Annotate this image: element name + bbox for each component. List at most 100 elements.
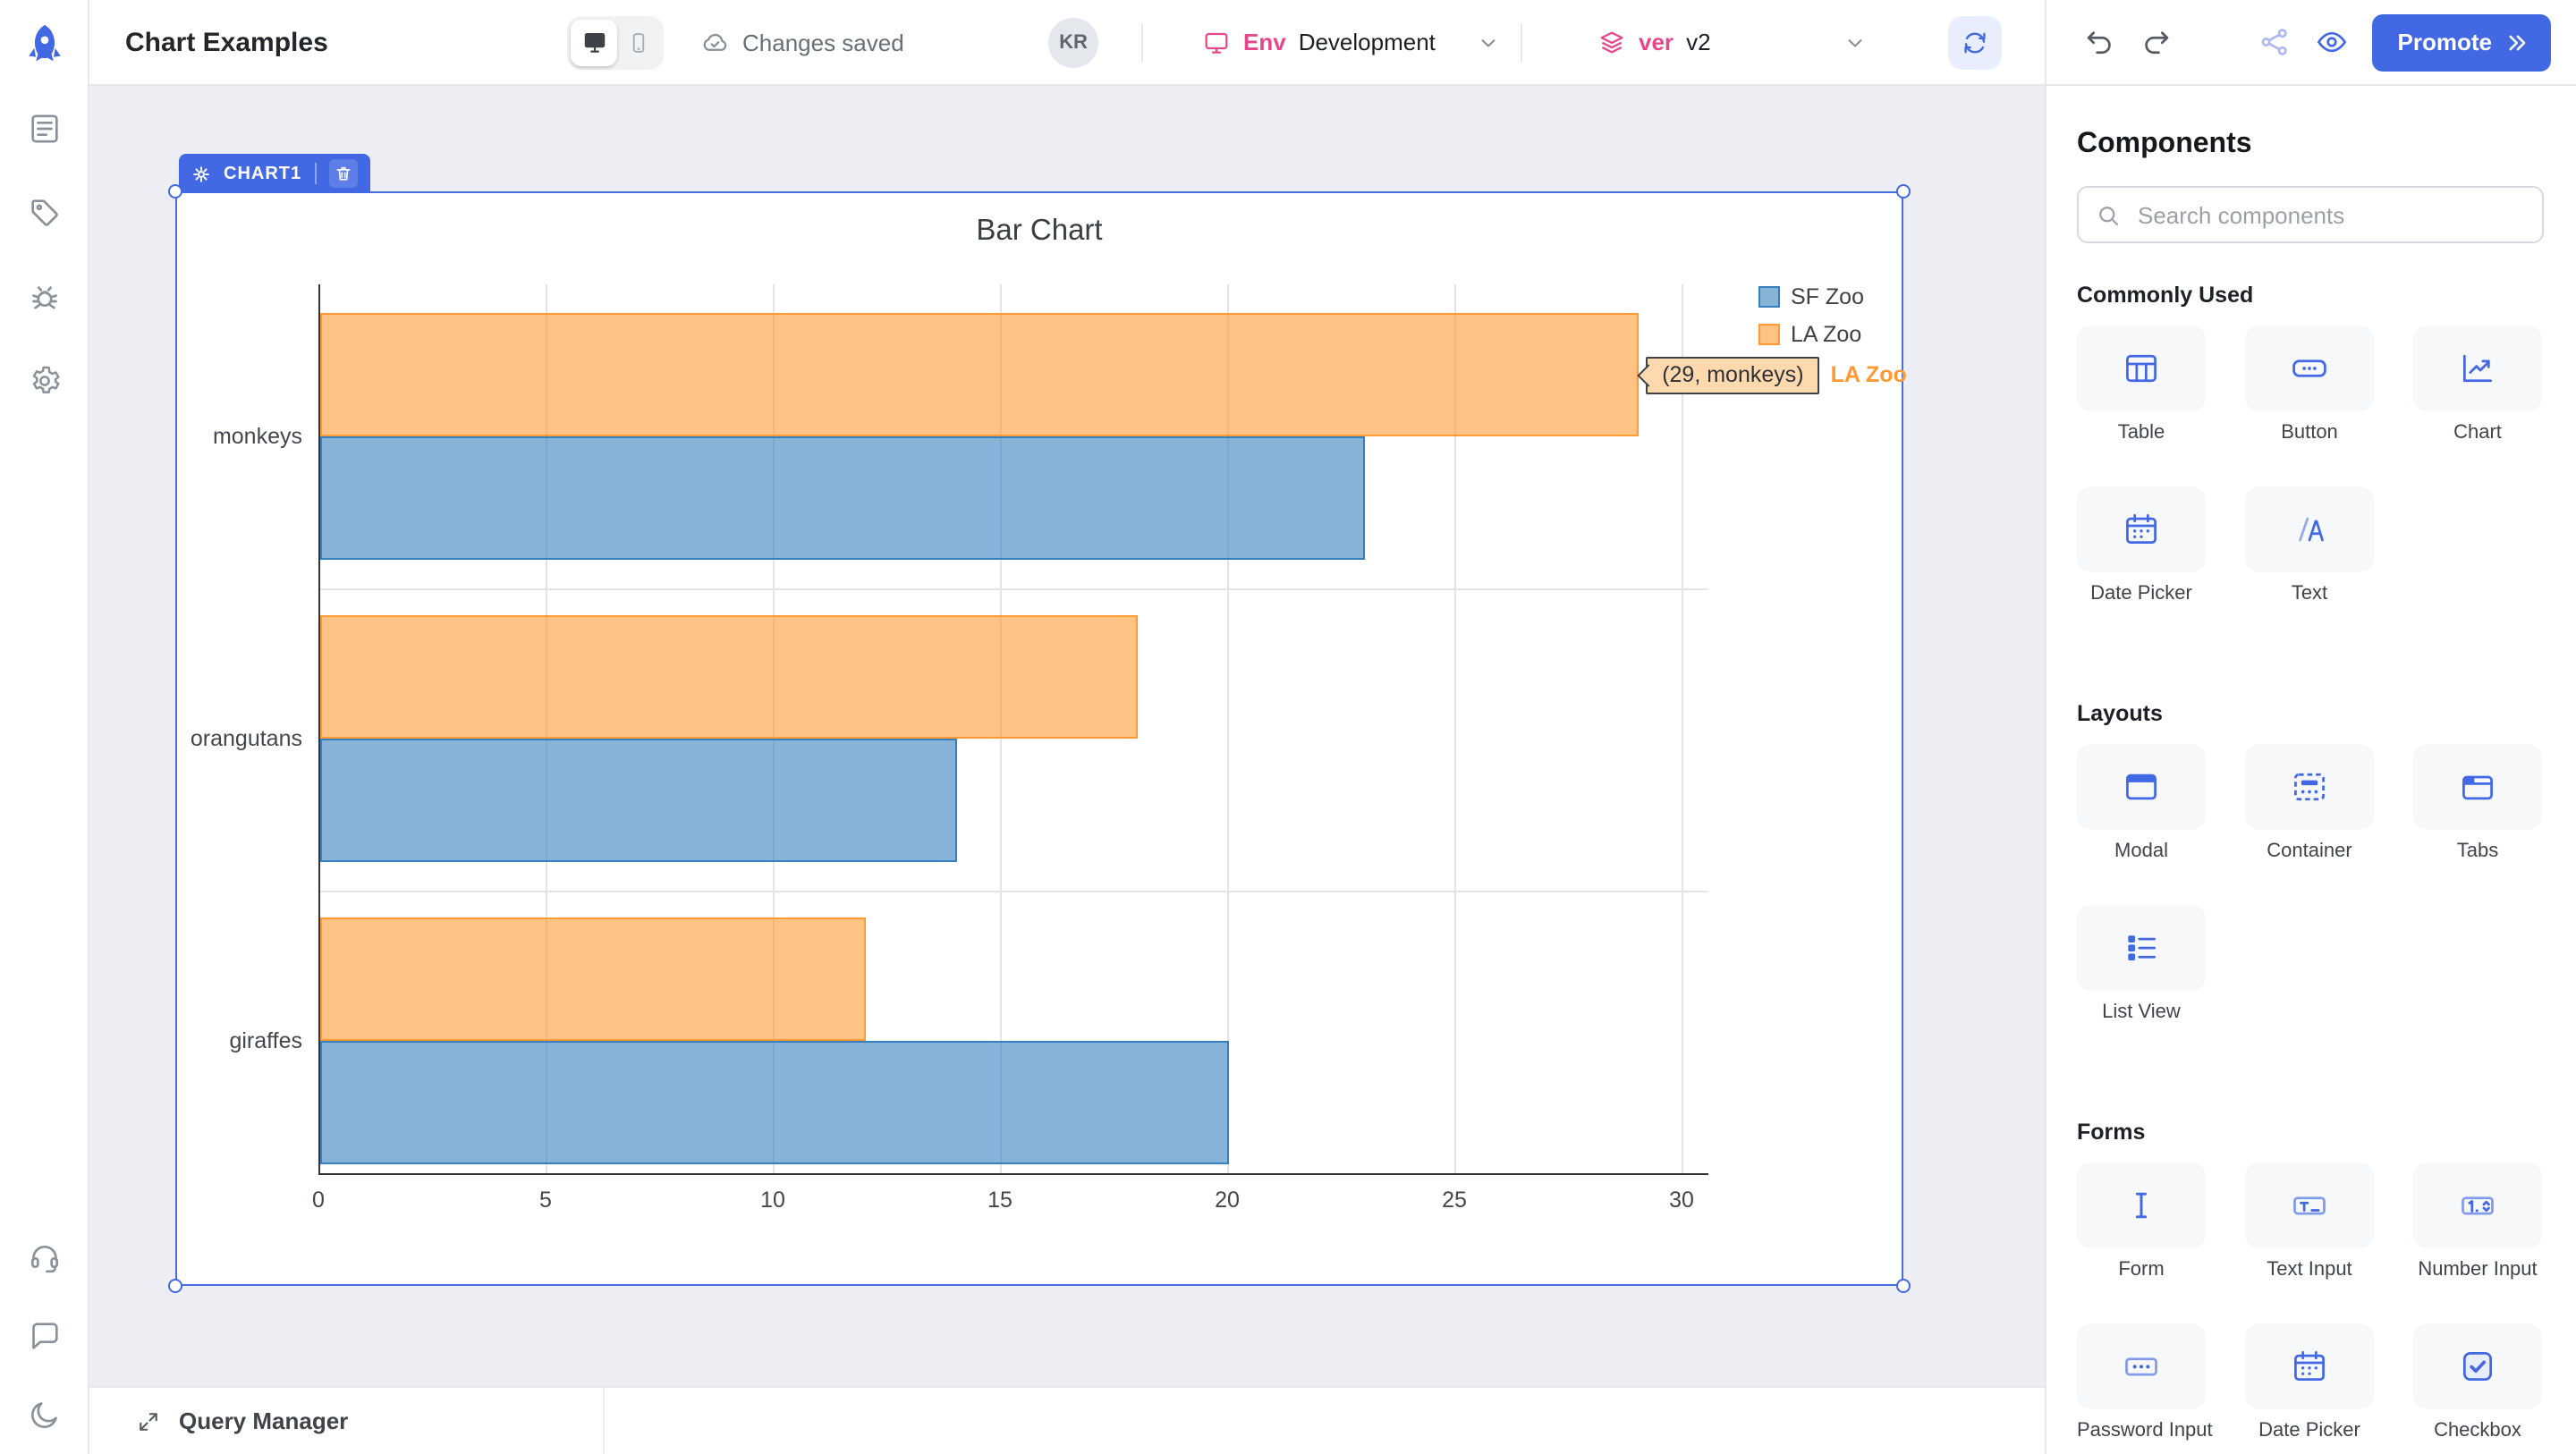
chart-widget[interactable]: CHART1 Bar Chart SF Zoo LA Zoo (175, 191, 1903, 1286)
divider (603, 1388, 605, 1454)
bar-la-zoo-monkeys[interactable] (320, 313, 1638, 436)
bar-la-zoo-giraffes[interactable] (320, 917, 866, 1041)
component-card-form[interactable]: Form (2077, 1162, 2206, 1281)
promote-label: Promote (2398, 29, 2492, 55)
component-card-text-input[interactable]: Text Input (2245, 1162, 2374, 1281)
button-icon (2290, 349, 2329, 388)
divider (1141, 22, 1143, 62)
support-headset-icon[interactable] (26, 1239, 62, 1275)
section-heading-forms: Forms (2077, 1120, 2544, 1145)
environment-selector[interactable]: Env Development (1202, 28, 1502, 56)
x-tick-label: 15 (987, 1188, 1013, 1213)
settings-gear-icon[interactable] (26, 363, 62, 399)
component-grid: Table Button Chart Date Picker Text (2077, 325, 2544, 604)
widget-name: CHART1 (224, 164, 301, 183)
component-card-date-picker[interactable]: Date Picker (2077, 486, 2206, 604)
component-card-checkbox[interactable]: Checkbox (2413, 1323, 2542, 1441)
widget-delete-button[interactable] (328, 159, 357, 188)
version-chevron-down-icon[interactable] (1843, 30, 1868, 55)
chart-tooltip: (29, monkeys) LA Zoo (1640, 356, 1907, 393)
dark-mode-moon-icon[interactable] (26, 1397, 62, 1433)
promote-button[interactable]: Promote (2373, 13, 2551, 71)
legend-entry[interactable]: LA Zoo (1758, 315, 1864, 352)
component-card-chart[interactable]: Chart (2413, 325, 2542, 444)
component-grid: Modal Container Tabs List View (2077, 744, 2544, 1023)
component-card-table[interactable]: Table (2077, 325, 2206, 444)
debugger-bug-icon[interactable] (26, 279, 62, 315)
y-axis-label: giraffes (229, 1028, 302, 1053)
version-selector[interactable]: ver v2 (1597, 28, 1711, 56)
y-gridline (320, 588, 1708, 589)
component-card-date-picker-form[interactable]: Date Picker (2245, 1323, 2374, 1441)
bar-sf-zoo-monkeys[interactable] (320, 436, 1365, 560)
component-card-number-input[interactable]: Number Input (2413, 1162, 2542, 1281)
bar-la-zoo-orangutans[interactable] (320, 615, 1138, 739)
chart-legend: SF Zoo LA Zoo (1758, 277, 1864, 352)
expand-icon[interactable] (136, 1408, 161, 1433)
widget-tag[interactable]: CHART1 (179, 154, 369, 193)
bar-sf-zoo-giraffes[interactable] (320, 1041, 1229, 1164)
refresh-icon (1961, 28, 1989, 56)
autosave-status: Changes saved (699, 27, 904, 57)
chart-plot-area: (29, monkeys) LA Zoo 051015202530monkeys… (318, 284, 1682, 1175)
component-card-password-input[interactable]: Password Input (2077, 1323, 2206, 1441)
component-search[interactable] (2077, 186, 2544, 243)
desktop-view-button[interactable] (571, 19, 617, 65)
pages-icon[interactable] (26, 111, 62, 147)
avatar[interactable]: KR (1048, 17, 1098, 67)
x-axis-line (318, 1173, 1708, 1175)
editor-canvas[interactable]: CHART1 Bar Chart SF Zoo LA Zoo (89, 86, 2045, 1454)
trash-icon (334, 165, 352, 182)
components-panel: Components Commonly Used Table Button Ch… (2045, 86, 2576, 1454)
mobile-view-button[interactable] (617, 19, 660, 65)
refresh-button[interactable] (1948, 15, 2002, 69)
env-value: Development (1299, 29, 1436, 55)
top-bar: Chart Examples Changes saved KR Env Deve… (89, 0, 2576, 86)
layers-icon (1597, 28, 1626, 56)
undo-icon[interactable] (2082, 25, 2116, 59)
redo-icon[interactable] (2140, 25, 2174, 59)
chat-icon[interactable] (26, 1318, 62, 1354)
x-tick-label: 25 (1442, 1188, 1467, 1213)
chevron-down-icon[interactable] (1477, 30, 1502, 55)
widget-settings-gear-icon[interactable] (191, 164, 211, 183)
x-tick-label: 10 (760, 1188, 785, 1213)
y-axis-line (318, 284, 320, 1175)
resize-handle-top-right[interactable] (1896, 184, 1911, 199)
x-tick-label: 5 (539, 1188, 552, 1213)
resize-handle-top-left[interactable] (168, 184, 182, 199)
component-card-button[interactable]: Button (2245, 325, 2374, 444)
x-gridline (1682, 284, 1683, 1175)
tag-icon[interactable] (26, 195, 62, 231)
resize-handle-bottom-left[interactable] (168, 1279, 182, 1293)
query-manager-bar[interactable]: Query Manager (89, 1386, 2045, 1454)
component-card-tabs[interactable]: Tabs (2413, 744, 2542, 862)
version-label: ver (1639, 29, 1674, 55)
resize-handle-bottom-right[interactable] (1896, 1279, 1911, 1293)
tooltip-series-name: LA Zoo (1831, 362, 1907, 387)
component-card-container[interactable]: Container (2245, 744, 2374, 862)
device-toggle[interactable] (567, 15, 664, 69)
chart-title: Bar Chart (177, 215, 1902, 249)
preview-eye-icon[interactable] (2316, 25, 2350, 59)
component-card-list-view[interactable]: List View (2077, 905, 2206, 1023)
legend-entry[interactable]: SF Zoo (1758, 277, 1864, 315)
tooltip-text: (29, monkeys) (1646, 356, 1819, 393)
x-tick-label: 20 (1215, 1188, 1240, 1213)
text-input-icon (2290, 1186, 2329, 1225)
autosave-status-text: Changes saved (742, 29, 904, 55)
legend-label: SF Zoo (1791, 283, 1864, 309)
component-card-text[interactable]: Text (2245, 486, 2374, 604)
app-root: Chart Examples Changes saved KR Env Deve… (0, 0, 2576, 1454)
legend-swatch-sf-zoo (1758, 285, 1780, 307)
bar-sf-zoo-orangutans[interactable] (320, 739, 956, 862)
component-card-modal[interactable]: Modal (2077, 744, 2206, 862)
search-input[interactable] (2134, 199, 2526, 230)
components-panel-title: Components (2077, 129, 2544, 161)
divider (1521, 22, 1522, 62)
share-icon[interactable] (2258, 25, 2292, 59)
y-gridline (320, 890, 1708, 892)
app-logo-rocket-icon (0, 21, 88, 68)
list-view-icon (2122, 928, 2161, 968)
legend-swatch-la-zoo (1758, 323, 1780, 344)
